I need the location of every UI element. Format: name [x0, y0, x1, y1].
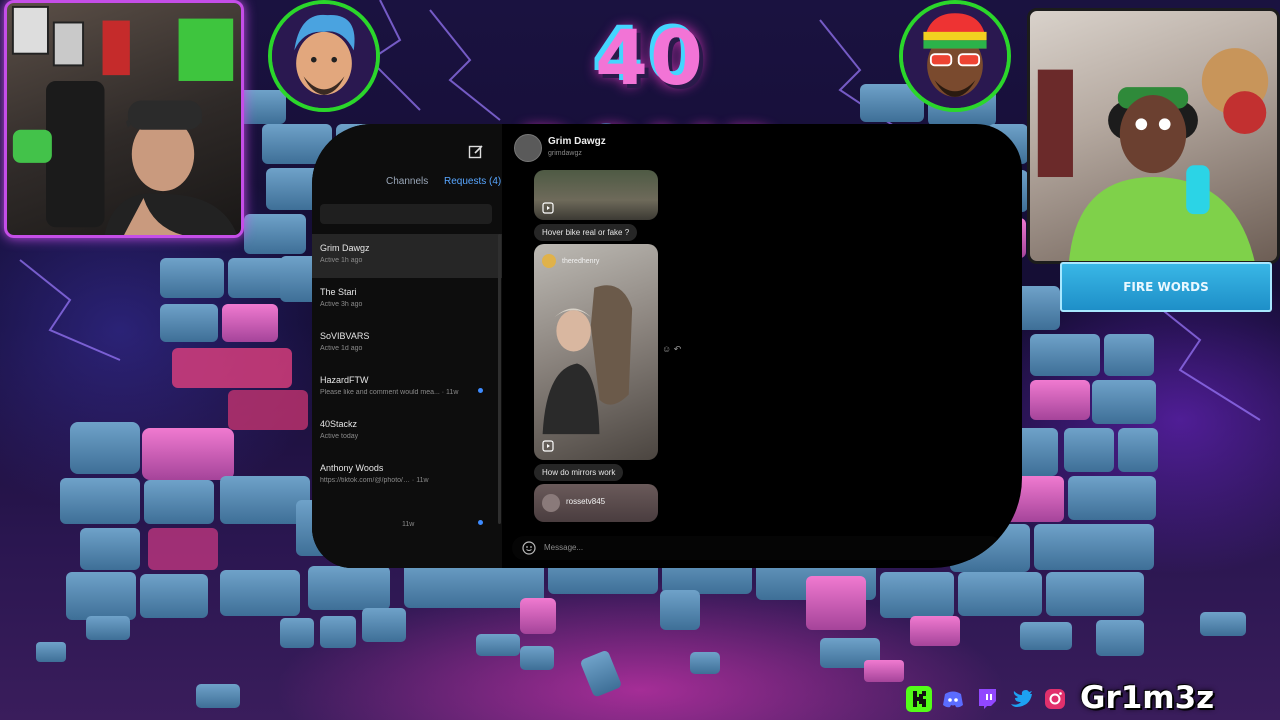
compose-icon[interactable]: [468, 144, 484, 160]
conversation-item[interactable]: Grim Dawgz Active 1h ago: [312, 234, 502, 278]
chat-contact-name[interactable]: Grim Dawgz: [548, 136, 606, 147]
blue-hair-avatar: [268, 0, 380, 112]
emoji-react-icon[interactable]: ☺: [662, 344, 671, 354]
fire-words-button[interactable]: FIRE WORDS: [1060, 262, 1272, 312]
conversation-status: Active 1d ago: [320, 345, 363, 352]
chat-avatar[interactable]: [514, 134, 542, 162]
conversation-name: The Stari: [320, 287, 357, 297]
reel-author-name: rossetv845: [566, 497, 606, 506]
stream-title: 40 BOMB: [518, 13, 780, 202]
reel-thumbnail-icon: [542, 285, 633, 435]
streamer-webcam-right: [1027, 8, 1280, 264]
reply-icon[interactable]: ↶: [674, 344, 682, 354]
message-input-placeholder: Message...: [544, 543, 584, 552]
sidebar-scrollbar[interactable]: [498, 234, 501, 524]
conversation-name: 40Stackz: [320, 419, 358, 429]
twitch-icon[interactable]: [974, 686, 1000, 712]
chat-contact-handle: grimdawgz: [548, 150, 582, 157]
conversation-preview: https://tiktok.com/@/photo/… · 11w: [320, 477, 429, 484]
instagram-icon[interactable]: [1042, 686, 1068, 712]
social-links-bar: Gr1m3z: [906, 680, 1230, 716]
conversation-name: HazardFTW: [320, 375, 369, 385]
screen-share-dm-window: Channels Requests (4) Grim Dawgz Active …: [312, 124, 1022, 568]
message-actions: ☺ ↶: [662, 344, 681, 355]
unread-dot-icon: [478, 520, 483, 525]
message-input[interactable]: Message...: [512, 536, 1002, 560]
twitter-icon[interactable]: [1008, 686, 1034, 712]
tab-channels[interactable]: Channels: [386, 176, 428, 187]
reel-author-name: theredhenry: [562, 258, 600, 265]
conversation-sidebar: Channels Requests (4) Grim Dawgz Active …: [312, 124, 502, 568]
discord-icon[interactable]: [940, 686, 966, 712]
streamer-handle: Gr1m3z: [1080, 680, 1215, 716]
person-with-cap-icon: [11, 5, 238, 235]
conversation-item[interactable]: HazardFTW Please like and comment would …: [312, 366, 502, 410]
conversation-preview: 11w: [402, 521, 415, 528]
conversation-name: SoVIBVARS: [320, 331, 370, 341]
shared-reel[interactable]: rossetv845: [534, 484, 658, 522]
conversation-item[interactable]: The Stari Active 3h ago: [312, 278, 502, 322]
message-bubble: Hover bike real or fake ?: [534, 224, 638, 241]
message-bubble: How do mirrors work: [534, 464, 624, 481]
conversation-name: Grim Dawgz: [320, 243, 370, 253]
streamer-webcam-left: [4, 0, 244, 238]
emoji-icon[interactable]: [522, 541, 536, 555]
shared-reel[interactable]: [534, 170, 658, 220]
reel-author-avatar: [542, 494, 560, 512]
conversation-preview: Please like and comment would mea... · 1…: [320, 389, 459, 396]
rasta-avatar: [899, 0, 1011, 112]
shared-reel[interactable]: theredhenry: [534, 244, 658, 460]
conversation-item[interactable]: SoVIBVARS Active 1d ago: [312, 322, 502, 366]
conversation-name: Anthony Woods: [320, 463, 384, 473]
reel-icon: [542, 440, 554, 452]
sidebar-search-input[interactable]: [320, 204, 492, 224]
conversation-status: Active today: [320, 433, 359, 440]
person-with-microphone-icon: [1037, 48, 1269, 261]
unread-dot-icon: [478, 388, 483, 393]
kick-icon[interactable]: [906, 686, 932, 712]
conversation-status: Active 3h ago: [320, 301, 363, 308]
conversation-item[interactable]: Anthony Woods https://tiktok.com/@/photo…: [312, 454, 502, 498]
reel-icon: [542, 202, 554, 214]
conversation-item[interactable]: 11w: [312, 498, 502, 542]
conversation-item[interactable]: 40Stackz Active today: [312, 410, 502, 454]
conversation-status: Active 1h ago: [320, 257, 363, 264]
cartoon-face-icon: [272, 4, 376, 108]
rasta-face-icon: [903, 4, 1007, 108]
reel-author-avatar: [542, 254, 556, 268]
tab-requests[interactable]: Requests (4): [444, 176, 501, 187]
